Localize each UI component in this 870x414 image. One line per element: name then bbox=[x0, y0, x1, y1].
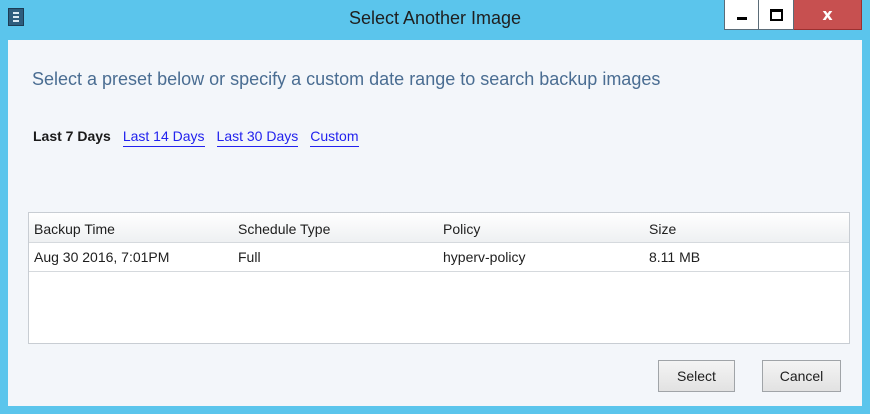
preset-last-14-days[interactable]: Last 14 Days bbox=[122, 128, 205, 147]
title-bar[interactable]: Select Another Image x bbox=[0, 0, 870, 40]
table-header: Backup Time Schedule Type Policy Size bbox=[29, 213, 849, 243]
dialog-window: Select Another Image x Select a preset b… bbox=[0, 0, 870, 414]
preset-custom[interactable]: Custom bbox=[310, 128, 359, 147]
preset-bar: Last 7 Days Last 14 Days Last 30 Days Cu… bbox=[33, 128, 359, 147]
close-icon: x bbox=[822, 4, 833, 24]
cancel-button[interactable]: Cancel bbox=[762, 360, 841, 392]
column-header-backup-time[interactable]: Backup Time bbox=[34, 221, 115, 237]
instruction-text: Select a preset below or specify a custo… bbox=[32, 69, 661, 89]
column-header-policy[interactable]: Policy bbox=[443, 221, 480, 237]
select-button[interactable]: Select bbox=[658, 360, 735, 392]
maximize-icon bbox=[769, 8, 783, 21]
cell-size: 8.11 MB bbox=[649, 249, 701, 265]
minimize-button[interactable] bbox=[724, 0, 759, 30]
close-button[interactable]: x bbox=[794, 0, 862, 30]
cell-schedule-type: Full bbox=[238, 249, 261, 265]
dialog-body: Select a preset below or specify a custo… bbox=[8, 40, 862, 406]
preset-last-30-days[interactable]: Last 30 Days bbox=[216, 128, 299, 147]
backup-images-table: Backup Time Schedule Type Policy Size Au… bbox=[28, 212, 850, 344]
maximize-button[interactable] bbox=[759, 0, 794, 30]
minimize-icon bbox=[736, 17, 747, 20]
column-header-schedule-type[interactable]: Schedule Type bbox=[238, 221, 330, 237]
column-header-size[interactable]: Size bbox=[649, 221, 676, 237]
cell-policy: hyperv-policy bbox=[443, 249, 526, 265]
cell-backup-time: Aug 30 2016, 7:01PM bbox=[34, 249, 170, 265]
table-row[interactable]: Aug 30 2016, 7:01PM Full hyperv-policy 8… bbox=[29, 243, 849, 272]
preset-last-7-days[interactable]: Last 7 Days bbox=[33, 128, 111, 147]
